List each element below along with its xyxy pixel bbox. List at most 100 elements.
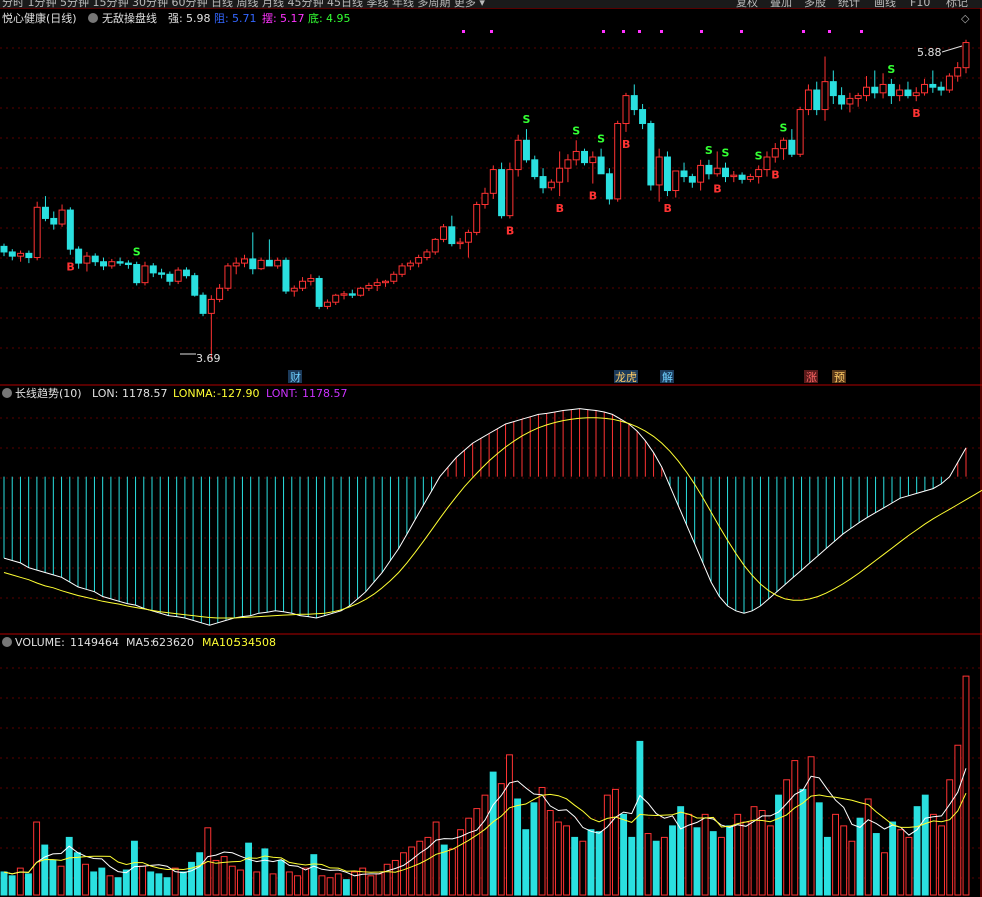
volume-bar [196, 852, 204, 896]
volume-bar [106, 875, 114, 896]
candle-body [622, 95, 630, 125]
candle-body [862, 86, 870, 97]
candle-body [887, 83, 895, 97]
candle-body [116, 261, 124, 264]
low-marker: 3.69 [180, 352, 221, 365]
lon-dropdown-icon[interactable] [2, 388, 12, 398]
candle-body [299, 280, 307, 289]
candle-body [257, 259, 265, 270]
volume-bar [506, 754, 513, 896]
sell-signal-label: S [597, 133, 605, 146]
volume-bar [612, 788, 619, 896]
event-tag-unlock[interactable]: 解 [662, 370, 673, 384]
volume-bar [701, 813, 709, 896]
volume-dropdown-icon[interactable] [2, 637, 12, 647]
toolbar-item[interactable]: 复权 [736, 0, 758, 9]
candle-body [804, 89, 812, 111]
volume-bar [277, 859, 285, 896]
toolbar-item[interactable]: 标记 [946, 0, 968, 9]
candle-body [149, 265, 157, 274]
event-tag-dragon[interactable]: 龙虎 [615, 371, 637, 384]
sell-signal-label: S [780, 121, 788, 134]
volume-bar [375, 873, 383, 896]
candle-body [431, 238, 439, 253]
candle-body [232, 262, 240, 267]
volume-bar [457, 829, 464, 896]
volume-bar [954, 744, 962, 896]
collapse-diamond-icon[interactable]: ◇ [961, 12, 970, 25]
volume-title[interactable]: VOLUME: [15, 636, 65, 649]
magenta-marker [860, 30, 863, 33]
candle-body [33, 206, 41, 259]
volume-bar [383, 863, 391, 896]
pressure-value: 5.71 [232, 12, 257, 25]
event-tag-limit[interactable]: 涨 [806, 371, 817, 384]
magenta-marker [602, 30, 605, 33]
volume-bar [98, 867, 106, 896]
swing-label: 摆: [262, 11, 277, 25]
volume-bar [33, 821, 41, 896]
candle-body [0, 245, 8, 253]
period-toolbar[interactable]: 分时 1分钟 5分钟 15分钟 30分钟 60分钟 日线 周线 月线 45分钟 … [2, 0, 485, 9]
volume-bar [726, 825, 734, 896]
magenta-marker [622, 30, 625, 33]
volume-bar [905, 836, 913, 896]
volume-bar [913, 806, 921, 896]
candle-body [66, 209, 74, 250]
volume-bar [587, 829, 595, 896]
candle-body [937, 86, 945, 91]
volume-bar [791, 760, 799, 896]
volume-bar [285, 871, 293, 896]
volume-bar [342, 879, 350, 896]
volume-bar [122, 869, 130, 896]
strong-label: 强: [168, 12, 183, 25]
candle-body [25, 252, 33, 259]
lon-title[interactable]: 长线趋势(10) [15, 386, 82, 400]
volume-bar [294, 875, 301, 896]
candle-body [539, 176, 547, 189]
lon-header: 长线趋势(10) LON: 1178.57 LONMA: -127.90 LON… [2, 386, 348, 400]
candle-body [871, 86, 879, 94]
candle-body [348, 293, 356, 296]
grid-layer [0, 7, 982, 897]
toolbar-item[interactable]: F10 [910, 0, 930, 9]
toolbar-item[interactable]: 画线 [874, 0, 896, 9]
candle-body [954, 67, 962, 77]
volume-bar [481, 794, 489, 896]
volume-bar [897, 829, 905, 896]
candle-body [755, 169, 763, 178]
buy-signal-label: B [713, 183, 721, 196]
volume-bar [0, 871, 8, 896]
volume-bar [571, 836, 579, 896]
volume-bar [302, 867, 310, 896]
candle-body [108, 261, 116, 267]
toolbar-item[interactable]: 多股 [804, 0, 826, 9]
candle-body [265, 259, 273, 267]
volume-bar [929, 813, 937, 896]
high-arrow-icon [941, 45, 963, 53]
candle-body [556, 167, 564, 183]
strong-value: 5.98 [186, 12, 211, 25]
toolbar-item[interactable]: 叠加 [770, 0, 792, 9]
magenta-marker [660, 30, 663, 33]
candle-body [473, 203, 481, 233]
volume-bar [514, 798, 522, 896]
candle-body [522, 139, 530, 161]
candle-body [75, 248, 83, 264]
volume-bar [840, 825, 848, 896]
buy-signal-label: B [556, 202, 564, 215]
event-tag-finance[interactable]: 财 [290, 370, 301, 384]
indicator-dropdown-icon[interactable] [88, 13, 98, 23]
ma10-label: MA10: [202, 636, 237, 649]
volume-bar [408, 846, 416, 896]
candle-body [365, 284, 373, 289]
toolbar-item[interactable]: 统计 [838, 0, 860, 9]
volume-bar [367, 875, 375, 896]
candle-body [605, 173, 613, 200]
candle-body [182, 269, 190, 277]
event-tag-forecast[interactable]: 预 [834, 371, 845, 384]
volume-bar [147, 871, 155, 896]
candle-body [597, 156, 605, 175]
candle-body [614, 123, 622, 200]
indicator-name[interactable]: 无敌操盘线 [102, 11, 157, 25]
